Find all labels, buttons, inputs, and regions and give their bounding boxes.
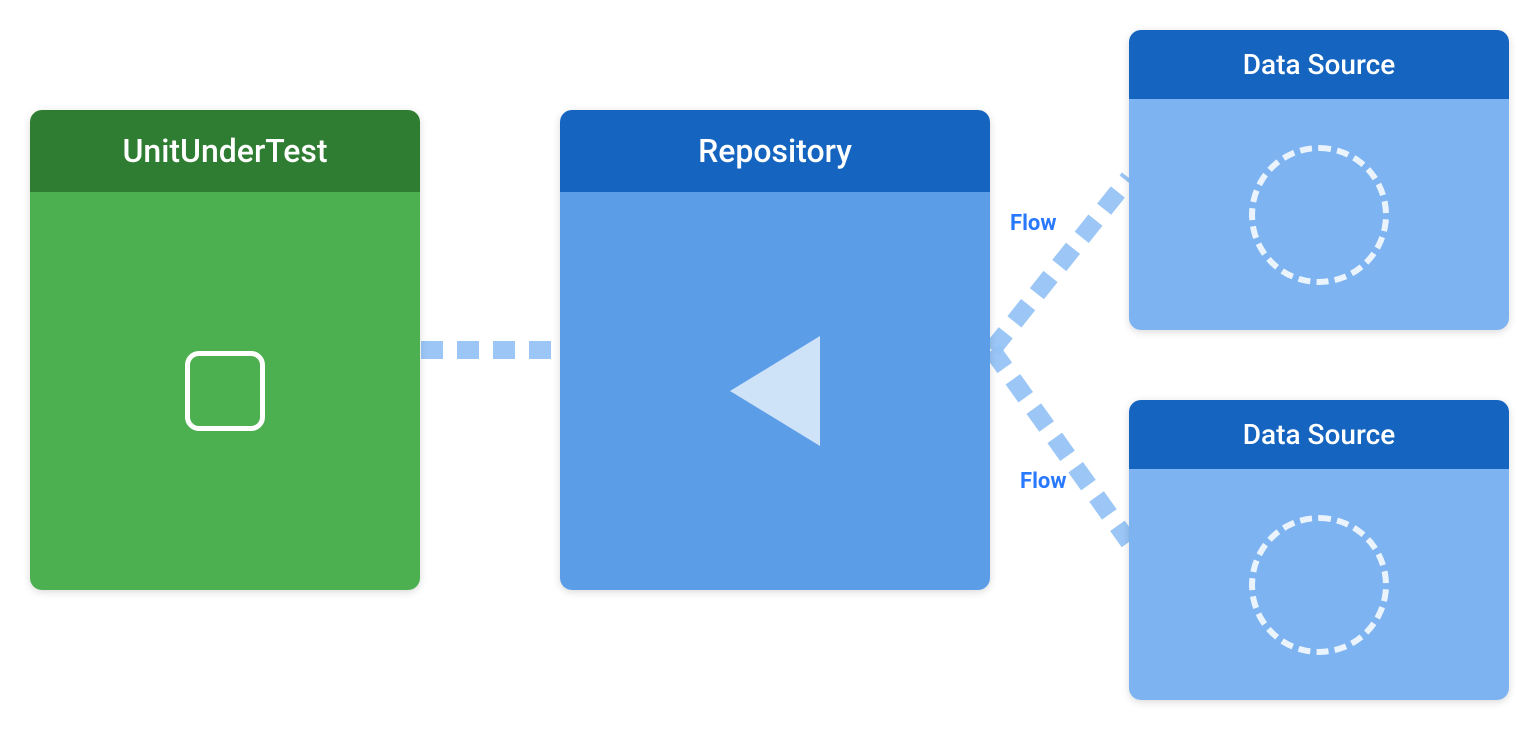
- unit-under-test-box: UnitUnderTest: [30, 110, 420, 590]
- unit-under-test-label: UnitUnderTest: [122, 132, 327, 170]
- data-source-top-body: [1129, 99, 1509, 330]
- dashed-circle-top: [1249, 145, 1389, 285]
- data-source-top-box: Data Source: [1129, 30, 1509, 330]
- repository-box: Repository: [560, 110, 990, 590]
- repository-label: Repository: [698, 132, 852, 170]
- data-source-bottom-label: Data Source: [1243, 418, 1395, 451]
- data-source-bottom-header: Data Source: [1129, 400, 1509, 469]
- dashed-circle-bottom: [1249, 515, 1389, 655]
- flow-label-3: Flow: [1020, 469, 1066, 494]
- data-source-bottom-body: [1129, 469, 1509, 700]
- repository-header: Repository: [560, 110, 990, 192]
- square-icon: [185, 351, 265, 431]
- repository-body: [560, 192, 990, 590]
- data-source-bottom-box: Data Source: [1129, 400, 1509, 700]
- diagram-container: Flow Flow Flow UnitUnderTest Repository: [0, 0, 1519, 741]
- unit-under-test-header: UnitUnderTest: [30, 110, 420, 192]
- flow-label-2: Flow: [1010, 211, 1056, 236]
- triangle-icon: [730, 336, 820, 446]
- data-source-top-label: Data Source: [1243, 48, 1395, 81]
- data-source-top-header: Data Source: [1129, 30, 1509, 99]
- unit-under-test-body: [30, 192, 420, 590]
